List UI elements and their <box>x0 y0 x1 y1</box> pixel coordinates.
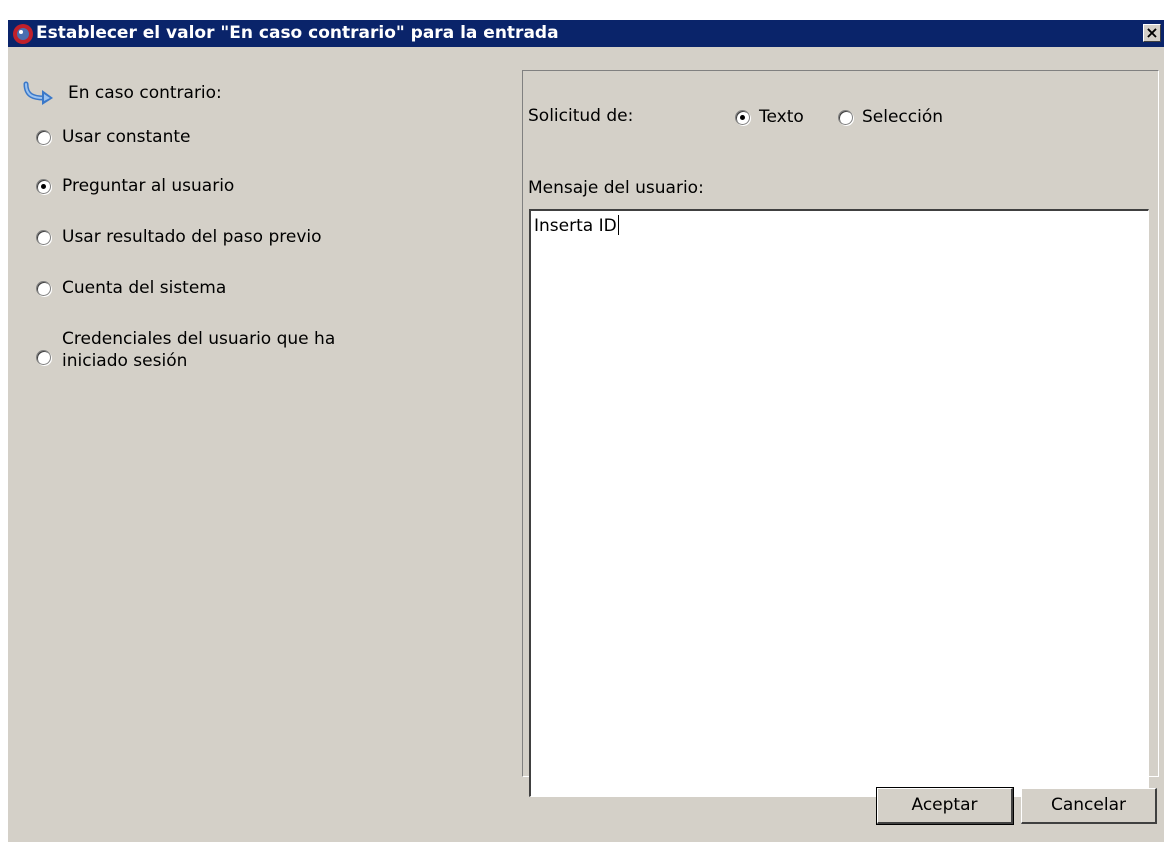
otherwise-label: En caso contrario: <box>68 83 222 103</box>
option-use-constant[interactable]: Usar constante <box>36 127 190 147</box>
radio-text[interactable] <box>735 109 750 125</box>
radio-previous-step-result[interactable] <box>36 229 51 245</box>
curved-arrow-icon <box>23 81 53 105</box>
close-icon: × <box>1145 23 1159 42</box>
option-logged-user-credentials[interactable]: Credenciales del usuario que ha iniciado… <box>36 328 362 372</box>
radio-use-constant[interactable] <box>36 129 51 145</box>
settings-panel: Solicitud de: Texto Selección Mensaje de… <box>522 70 1159 797</box>
close-button[interactable]: × <box>1143 24 1161 42</box>
option-label: Usar resultado del paso previo <box>62 227 322 247</box>
text-caret <box>617 215 619 235</box>
request-option-text[interactable]: Texto <box>735 107 804 127</box>
ok-button[interactable]: Aceptar <box>876 787 1014 825</box>
option-label: Preguntar al usuario <box>62 176 235 196</box>
cancel-button[interactable]: Cancelar <box>1021 788 1157 824</box>
radio-ask-user[interactable] <box>36 178 51 194</box>
user-message-label: Mensaje del usuario: <box>528 178 704 198</box>
request-option-selection[interactable]: Selección <box>838 107 943 127</box>
dialog-window: Establecer el valor "En caso contrario" … <box>8 20 1164 842</box>
user-message-value: Inserta ID <box>534 216 617 236</box>
option-previous-step-result[interactable]: Usar resultado del paso previo <box>36 227 322 247</box>
title-bar[interactable]: Establecer el valor "En caso contrario" … <box>8 20 1164 47</box>
request-label: Solicitud de: <box>528 106 634 126</box>
user-message-textarea[interactable]: Inserta ID <box>529 209 1149 797</box>
option-system-account[interactable]: Cuenta del sistema <box>36 278 226 298</box>
option-label: Usar constante <box>62 127 191 147</box>
request-option-label: Selección <box>862 107 944 127</box>
radio-selection[interactable] <box>838 109 853 125</box>
option-label: Credenciales del usuario que ha iniciado… <box>62 329 336 371</box>
radio-logged-user-credentials[interactable] <box>36 349 51 365</box>
radio-system-account[interactable] <box>36 280 51 296</box>
option-label: Cuenta del sistema <box>62 278 227 298</box>
request-option-label: Texto <box>759 107 804 127</box>
otherwise-header: En caso contrario: <box>22 80 222 106</box>
dialog-title: Establecer el valor "En caso contrario" … <box>36 23 559 43</box>
option-ask-user[interactable]: Preguntar al usuario <box>36 176 234 196</box>
app-bug-icon <box>13 24 33 44</box>
